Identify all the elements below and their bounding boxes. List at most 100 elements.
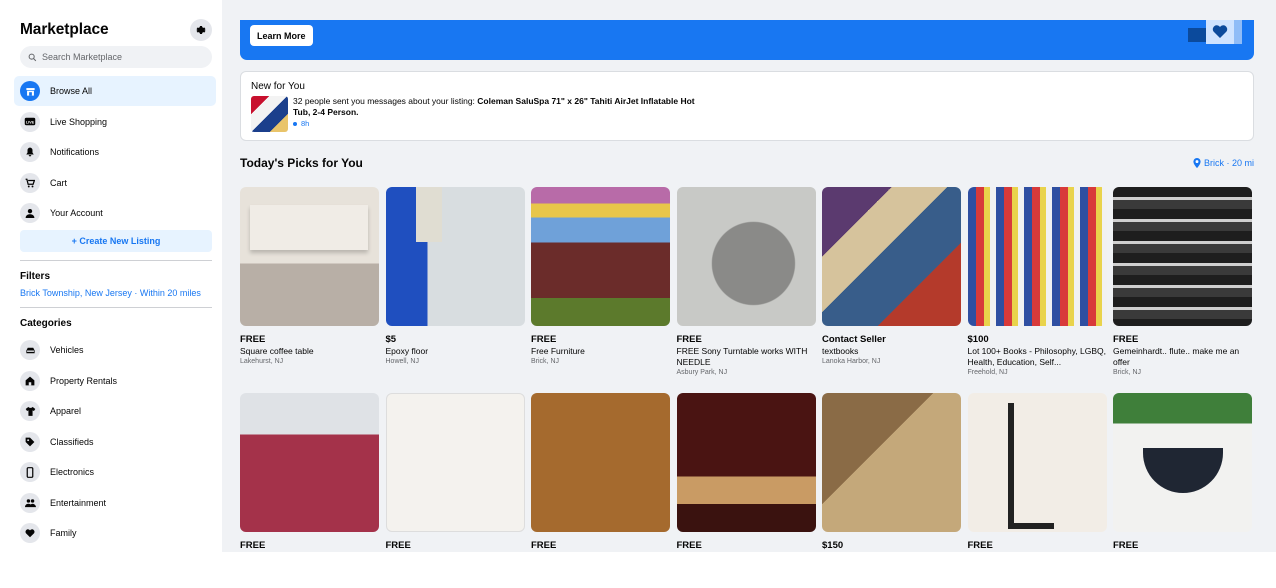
category-classifieds[interactable]: Classifieds <box>14 427 216 458</box>
listing-photo <box>531 393 670 532</box>
sidebar-item-label: Browse All <box>50 86 93 96</box>
person-icon <box>20 203 40 223</box>
sidebar-header: Marketplace <box>14 0 216 46</box>
listing-location: Brick, NJ <box>1113 369 1141 376</box>
listing-title: Lot 100+ Books - Philosophy, LGBQ, Healt… <box>967 346 1107 367</box>
gear-icon <box>196 26 206 34</box>
sidebar-item-browse-all[interactable]: Browse All <box>14 76 216 106</box>
storefront-icon <box>20 81 40 101</box>
category-list: Vehicles Property Rentals Apparel Classi… <box>14 335 216 549</box>
sidebar-item-label: Cart <box>50 177 68 188</box>
bottom-strip <box>0 552 1276 588</box>
new-for-you-card: New for You 32 people sent you messages … <box>240 71 1254 141</box>
listing-photo <box>676 187 816 326</box>
listing-card[interactable]: $150 <box>822 393 961 552</box>
divider <box>20 307 212 308</box>
sidebar-item-label: Your Account <box>50 208 103 218</box>
listing-photo <box>240 393 379 532</box>
listing-card[interactable]: FREE <box>240 393 379 552</box>
listing-price: FREE <box>531 334 557 345</box>
heart-illustration <box>1206 20 1234 44</box>
notification-time: 8h <box>293 119 713 128</box>
categories-heading: Categories <box>20 318 72 329</box>
listing-photo <box>967 187 1107 326</box>
listing-grid: FREE Square coffee table Lakehurst, NJ $5 E… <box>240 187 1254 552</box>
category-apparel[interactable]: Apparel <box>14 396 216 427</box>
learn-more-button[interactable]: Learn More <box>250 25 313 46</box>
listing-price: Contact Seller <box>822 334 886 345</box>
listing-location: Asbury Park, NJ <box>676 369 728 376</box>
listing-photo <box>531 187 670 326</box>
location-filter-link[interactable]: Brick Township, New Jersey · Within 20 m… <box>20 288 205 299</box>
listing-title: Epoxy floor <box>385 346 429 356</box>
create-listing-button[interactable]: + Create New Listing <box>20 230 212 252</box>
listing-photo <box>822 393 961 532</box>
listing-location: Howell, NJ <box>385 358 419 365</box>
listing-title: Gemeinhardt.. flute.. make me an offer <box>1113 346 1240 367</box>
people-icon <box>20 492 40 513</box>
listing-title: FREE Sony Turntable works WITH NEEDLE <box>676 346 808 367</box>
sidebar-item-notifications[interactable]: Notifications <box>14 137 216 167</box>
page-title: Marketplace <box>20 21 109 38</box>
listing-price: FREE <box>676 334 702 345</box>
listing-card[interactable]: FREE <box>531 393 670 552</box>
sidebar-item-your-account[interactable]: Your Account <box>14 198 216 228</box>
listing-title: Square coffee table <box>240 346 314 356</box>
listing-card[interactable]: Contact Seller textbooks Lanoka Harbor, NJ <box>822 187 961 379</box>
category-label: Family <box>50 528 77 539</box>
tag-icon <box>20 431 40 452</box>
sidebar-item-live-shopping[interactable]: LIVE Live Shopping <box>14 107 216 137</box>
location-selector[interactable]: Brick · 20 mi <box>1193 158 1254 168</box>
sidebar-item-label: Live Shopping <box>50 116 108 127</box>
unread-dot <box>293 121 297 126</box>
listing-card[interactable]: $100 Lot 100+ Books - Philosophy, LGBQ, H… <box>967 187 1107 379</box>
listing-photo <box>1113 187 1252 326</box>
listing-card[interactable]: FREE FREE Sony Turntable works WITH NEEDL… <box>676 187 816 379</box>
cart-icon <box>20 172 40 193</box>
card-illustration <box>1188 28 1206 42</box>
listing-price: $100 <box>967 334 989 345</box>
live-icon: LIVE <box>20 111 40 132</box>
phone-icon <box>20 462 40 483</box>
listing-price: FREE <box>1113 334 1139 345</box>
listing-card[interactable]: FREE Free Furniture Brick, NJ <box>531 187 670 379</box>
category-electronics[interactable]: Electronics <box>14 457 216 488</box>
sidebar-item-cart[interactable]: Cart <box>14 168 216 198</box>
listing-card[interactable]: FREE <box>385 393 525 552</box>
listing-card[interactable]: FREE <box>967 393 1107 552</box>
car-icon <box>20 340 40 361</box>
listing-photo <box>967 393 1107 532</box>
heart-icon <box>1212 25 1228 38</box>
listing-card[interactable]: FREE <box>1113 393 1252 552</box>
category-label: Entertainment <box>50 497 107 508</box>
promo-banner: Learn More <box>240 20 1254 60</box>
search-input[interactable] <box>42 52 202 62</box>
category-entertainment[interactable]: Entertainment <box>14 488 216 519</box>
settings-button[interactable] <box>190 19 212 41</box>
listing-card[interactable]: FREE Gemeinhardt.. flute.. make me an off… <box>1113 187 1252 379</box>
listing-price: FREE <box>676 540 702 551</box>
bell-icon <box>20 142 40 162</box>
listing-card[interactable]: $5 Epoxy floor Howell, NJ <box>385 187 525 379</box>
category-vehicles[interactable]: Vehicles <box>14 335 216 366</box>
listing-photo <box>240 187 379 326</box>
search-bar[interactable] <box>20 46 212 68</box>
listing-price: $5 <box>385 334 397 345</box>
sidebar: Marketplace Browse All LIVE Live Shoppin… <box>0 0 222 588</box>
listing-photo <box>385 187 525 326</box>
listing-title: Free Furniture <box>531 346 585 356</box>
category-family[interactable]: Family <box>14 518 216 549</box>
category-property-rentals[interactable]: Property Rentals <box>14 366 216 397</box>
notification-item[interactable]: 32 people sent you messages about your l… <box>251 96 1243 132</box>
listing-card[interactable]: FREE Square coffee table Lakehurst, NJ <box>240 187 379 379</box>
notification-message: 32 people sent you messages about your l… <box>293 96 478 106</box>
sidebar-item-label: Notifications <box>50 147 100 157</box>
listing-photo <box>676 393 816 532</box>
listing-thumbnail <box>251 96 288 132</box>
shirt-icon <box>20 401 40 422</box>
listing-location: Lakehurst, NJ <box>240 358 284 365</box>
listing-price: $150 <box>822 540 844 551</box>
todays-picks-heading: Today's Picks for You <box>240 156 363 170</box>
listing-card[interactable]: FREE <box>676 393 816 552</box>
sidebar-nav: Browse All LIVE Live Shopping Notificati… <box>14 76 216 228</box>
